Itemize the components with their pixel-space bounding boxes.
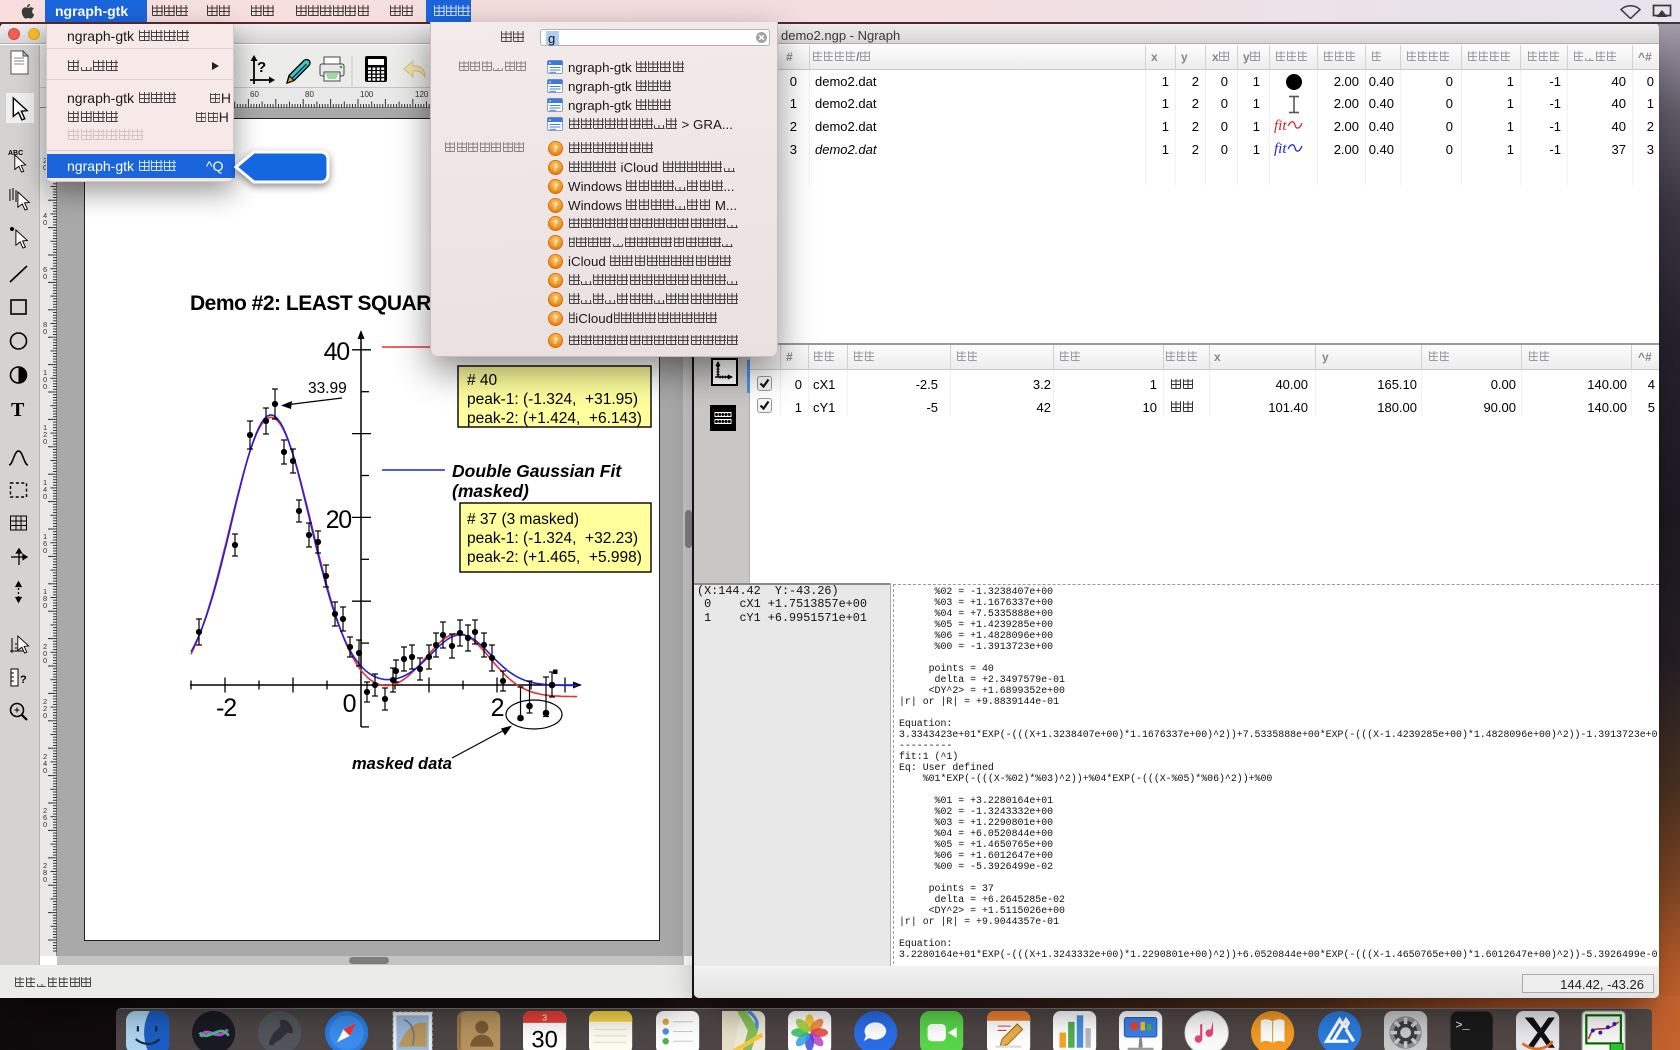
svg-text:3: 3	[542, 1013, 547, 1023]
svg-text:-2: -2	[216, 694, 236, 722]
svg-text:40: 40	[43, 211, 47, 227]
svg-text:?: ?	[553, 315, 558, 325]
svg-text:Double Gaussian Fit: Double Gaussian Fit	[452, 461, 622, 481]
svg-text:T: T	[11, 399, 25, 421]
svg-text:?: ?	[553, 183, 558, 193]
svg-text:60: 60	[250, 90, 259, 99]
svg-text:?: ?	[553, 337, 558, 347]
svg-text:masked data: masked data	[352, 755, 452, 773]
svg-text:60: 60	[43, 265, 47, 281]
svg-text:peak-2: (+1.465, +5.998): peak-2: (+1.465, +5.998)	[467, 549, 642, 566]
svg-text:?: ?	[553, 202, 558, 212]
svg-text:?: ?	[553, 277, 558, 287]
svg-text:140: 140	[43, 478, 47, 501]
svg-text:180: 180	[43, 587, 47, 610]
svg-text:?: ?	[20, 674, 27, 686]
svg-text:30: 30	[531, 1027, 557, 1050]
svg-text:?: ?	[553, 220, 558, 230]
svg-text:?: ?	[553, 239, 558, 249]
svg-text:20: 20	[326, 506, 352, 534]
svg-text:160: 160	[43, 532, 47, 555]
svg-text:?: ?	[257, 59, 266, 76]
svg-text:# 40: # 40	[467, 372, 498, 389]
svg-text:33.99: 33.99	[308, 380, 347, 397]
svg-text:120: 120	[415, 90, 429, 99]
svg-text:>_: >_	[1455, 1018, 1470, 1032]
svg-text:280: 280	[43, 861, 47, 884]
svg-text:# 37 (3 masked): # 37 (3 masked)	[467, 511, 579, 528]
svg-text:0: 0	[343, 690, 356, 718]
svg-text:(masked): (masked)	[452, 481, 529, 501]
svg-text:80: 80	[43, 320, 47, 336]
svg-text:2: 2	[491, 694, 504, 722]
svg-text:260: 260	[43, 806, 47, 829]
svg-text:80: 80	[305, 90, 314, 99]
svg-text:100: 100	[360, 90, 374, 99]
svg-text:100: 100	[43, 368, 47, 391]
svg-text:220: 220	[43, 697, 47, 720]
svg-text:peak-1: (-1.324, +31.95): peak-1: (-1.324, +31.95)	[467, 391, 638, 408]
svg-text:40: 40	[324, 338, 350, 366]
svg-text:?: ?	[553, 296, 558, 306]
svg-text:?: ?	[553, 164, 558, 174]
svg-text:?: ?	[553, 145, 558, 155]
svg-text:200: 200	[43, 642, 47, 665]
svg-text:240: 240	[43, 752, 47, 775]
svg-text:peak-1: (-1.324, +32.23): peak-1: (-1.324, +32.23)	[467, 530, 638, 547]
svg-text:?: ?	[553, 258, 558, 268]
svg-text:120: 120	[43, 423, 47, 446]
svg-text:peak-2: (+1.424, +6.143): peak-2: (+1.424, +6.143)	[467, 410, 642, 427]
